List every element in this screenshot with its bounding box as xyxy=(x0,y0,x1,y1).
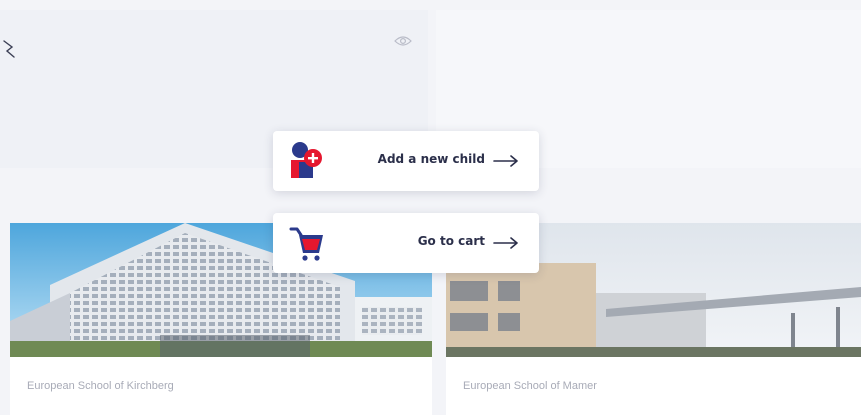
eye-icon[interactable] xyxy=(394,34,412,48)
go-to-cart-button[interactable]: Go to cart xyxy=(273,213,539,273)
go-to-cart-label: Go to cart xyxy=(417,234,485,248)
school-name: European School of Kirchberg xyxy=(27,380,174,392)
arrow-right-icon xyxy=(493,237,518,249)
cart-icon xyxy=(289,227,323,261)
school-name: European School of Mamer xyxy=(463,380,597,392)
add-child-button[interactable]: Add a new child xyxy=(273,131,539,191)
arrow-right-icon xyxy=(493,155,518,167)
add-child-label: Add a new child xyxy=(377,152,485,166)
add-child-icon xyxy=(291,142,322,178)
partial-icon xyxy=(3,40,15,58)
